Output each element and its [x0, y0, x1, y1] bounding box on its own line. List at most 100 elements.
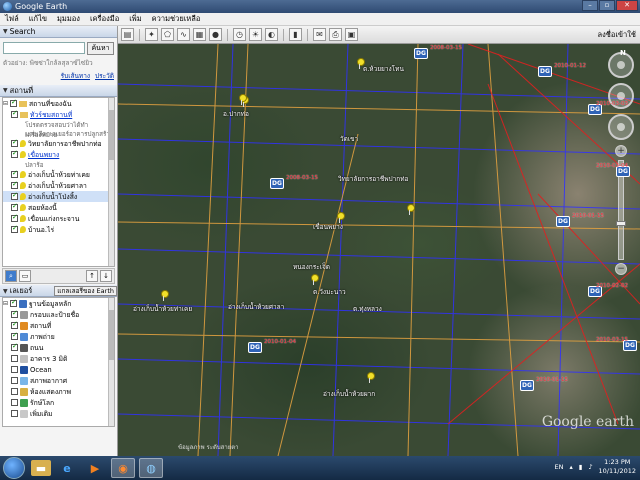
placemark-pin-icon[interactable] — [356, 58, 365, 69]
history-link[interactable]: ประวัติ — [95, 71, 114, 81]
places-header[interactable]: ▼ สถานที่ — [0, 85, 117, 97]
menu-view[interactable]: มุมมอง — [52, 13, 85, 25]
checkbox[interactable] — [11, 309, 18, 318]
checkbox[interactable] — [11, 224, 18, 233]
layer-item[interactable]: ถนน — [3, 342, 114, 353]
close-button[interactable]: ✕ — [616, 0, 638, 11]
add-path-button[interactable]: ∿ — [177, 28, 190, 41]
checkbox[interactable] — [10, 98, 17, 107]
media-player-taskbar-icon[interactable]: ▶ — [83, 458, 107, 478]
tree-item-reservoir-2[interactable]: อ่างเก็บน้ำห้วยศาลา — [3, 180, 114, 191]
layer-item[interactable]: รักษ์โลก — [3, 397, 114, 408]
move-down-button[interactable]: ↓ — [100, 270, 112, 282]
map-place-label[interactable]: อ.ปากท่อ — [223, 109, 249, 119]
placemark-pin-icon[interactable] — [238, 94, 247, 105]
map-place-label[interactable]: หนองกระเจ็ด — [293, 262, 330, 272]
google-earth-taskbar-icon[interactable]: ◍ — [139, 458, 163, 478]
clock[interactable]: 1:23 PM 10/11/2012 — [599, 458, 636, 476]
tree-item-tour[interactable]: ทัวร์ชมสถานที่ — [3, 109, 114, 120]
checkbox[interactable] — [11, 399, 18, 406]
scrollbar-thumb[interactable] — [109, 110, 114, 160]
menu-help[interactable]: ความช่วยเหลือ — [147, 13, 206, 25]
firefox-taskbar-icon[interactable]: ◉ — [111, 458, 135, 478]
move-joystick[interactable] — [608, 114, 634, 140]
add-polygon-button[interactable]: ⬠ — [161, 28, 174, 41]
tree-item-dam[interactable]: เขื่อนพยาง — [3, 149, 114, 160]
tree-item-reservoir-3[interactable]: อ่างเก็บน้ำโป่งสิ้ง — [3, 191, 114, 202]
add-overlay-button[interactable]: ▦ — [193, 28, 206, 41]
sidebar-toggle-button[interactable]: ▤ — [121, 28, 134, 41]
menu-add[interactable]: เพิ่ม — [124, 13, 146, 25]
map-place-label[interactable]: อ่างเก็บน้ำห้วยท่าเคย — [133, 304, 192, 314]
historical-imagery-button[interactable]: ◷ — [233, 28, 246, 41]
checkbox[interactable] — [11, 377, 18, 384]
search-button[interactable]: ค้นหา — [87, 42, 114, 55]
search-header[interactable]: ▼ Search — [0, 26, 117, 38]
checkbox[interactable] — [11, 138, 18, 147]
minimize-button[interactable]: – — [582, 0, 598, 11]
checkbox[interactable] — [11, 149, 18, 158]
digitalglobe-marker-icon[interactable]: DG — [520, 380, 534, 391]
email-button[interactable]: ✉ — [313, 28, 326, 41]
layer-item[interactable]: ห้องแสดงภาพ — [3, 386, 114, 397]
earth-gallery-button[interactable]: แกลเลอรีของ Earth — [54, 285, 117, 296]
tree-item-label[interactable]: เขื่อนพยาง — [28, 149, 59, 160]
digitalglobe-marker-icon[interactable]: DG — [248, 342, 262, 353]
layer-item[interactable]: อาคาร 3 มิติ — [3, 353, 114, 364]
map-place-label[interactable]: อ่างเก็บน้ำห้วยศาลา — [228, 302, 284, 312]
add-placemark-button[interactable]: ✦ — [145, 28, 158, 41]
sunlight-button[interactable]: ☀ — [249, 28, 262, 41]
checkbox[interactable] — [11, 355, 18, 362]
places-scrollbar[interactable] — [108, 98, 114, 266]
zoom-out-button[interactable]: − — [615, 263, 627, 275]
map-place-label[interactable]: วิทยาลัยการอาชีพปากท่อ — [338, 174, 408, 184]
menu-tools[interactable]: เครื่องมือ — [85, 13, 124, 25]
checkbox[interactable] — [11, 331, 18, 340]
view-in-maps-button[interactable]: ▣ — [345, 28, 358, 41]
checkbox[interactable] — [11, 169, 18, 178]
zoom-slider-thumb[interactable] — [616, 221, 626, 226]
tree-item-place-6[interactable]: บ้านอ.ไร่ — [3, 224, 114, 235]
checkbox[interactable] — [11, 342, 18, 351]
layer-item[interactable]: กรอบและป้ายชื่อ — [3, 309, 114, 320]
planets-button[interactable]: ◐ — [265, 28, 278, 41]
checkbox[interactable] — [11, 410, 18, 417]
menu-file[interactable]: ไฟล์ — [0, 13, 24, 25]
tree-item-my-places[interactable]: ⊟ สถานที่ของฉัน — [3, 98, 114, 109]
placemark-pin-icon[interactable] — [406, 204, 415, 215]
map-place-label[interactable]: วัดเขา — [340, 134, 358, 144]
checkbox[interactable] — [11, 202, 18, 211]
checkbox[interactable] — [11, 180, 18, 189]
placemark-pin-icon[interactable] — [160, 290, 169, 301]
tree-item-college[interactable]: วิทยาลัยการอาชีพปากท่อ — [3, 138, 114, 149]
placemark-pin-icon[interactable] — [366, 372, 375, 383]
menu-edit[interactable]: แก้ไข — [24, 13, 52, 25]
map-place-label[interactable]: ต.ทุ่งหลวง — [353, 304, 382, 314]
directions-link[interactable]: รับเส้นทาง — [61, 71, 90, 81]
checkbox[interactable] — [10, 298, 17, 307]
zoom-in-button[interactable]: + — [615, 145, 627, 157]
expand-icon[interactable]: ⊟ — [3, 100, 9, 107]
tree-item-label[interactable]: ทัวร์ชมสถานที่ — [30, 109, 72, 120]
search-places-button[interactable]: ⌕ — [5, 270, 17, 282]
maximize-button[interactable]: ▫ — [599, 0, 615, 11]
layer-item[interactable]: สภาพอากาศ — [3, 375, 114, 386]
scrollbar-thumb[interactable] — [109, 310, 114, 360]
layers-header[interactable]: ▼ เลเยอร์ แกลเลอรีของ Earth — [0, 285, 117, 297]
compass-ring[interactable]: N — [608, 49, 634, 78]
tree-item-reservoir-1[interactable]: อ่างเก็บน้ำห้วยท่าเคย — [3, 169, 114, 180]
checkbox[interactable] — [11, 109, 18, 118]
digitalglobe-marker-icon[interactable]: DG — [538, 66, 552, 77]
checkbox[interactable] — [11, 213, 18, 222]
start-button[interactable] — [3, 457, 25, 479]
expand-icon[interactable]: ⊟ — [3, 300, 9, 307]
digitalglobe-marker-icon[interactable]: DG — [270, 178, 284, 189]
volume-icon[interactable]: ♪ — [588, 463, 592, 471]
language-indicator[interactable]: EN — [555, 463, 564, 471]
ruler-button[interactable]: ▮ — [289, 28, 302, 41]
checkbox[interactable] — [11, 191, 18, 200]
layer-item[interactable]: ภาพถ่าย — [3, 331, 114, 342]
map-place-label[interactable]: ต.ห้วยยางโทน — [363, 64, 404, 74]
internet-explorer-taskbar-icon[interactable]: e — [55, 458, 79, 478]
checkbox[interactable] — [11, 320, 18, 329]
